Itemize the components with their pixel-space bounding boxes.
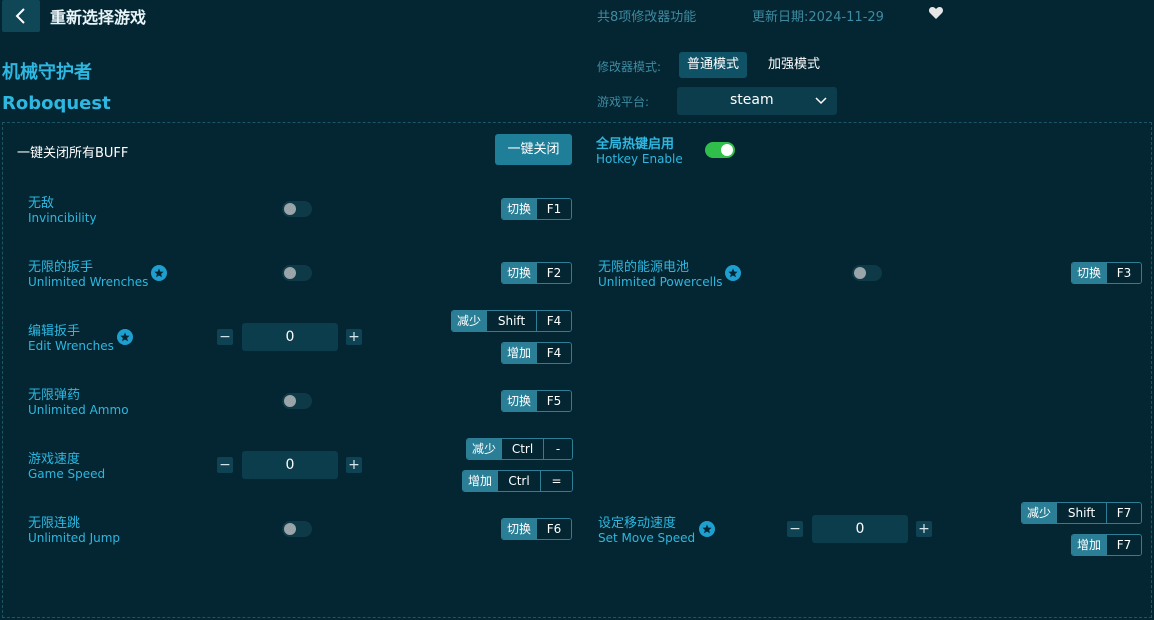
feature-label-cn: 设定移动速度 xyxy=(598,516,677,531)
toggle-knob xyxy=(721,144,733,156)
key-tag: 增加 xyxy=(1072,535,1107,555)
feature-label-cn: 游戏速度 xyxy=(28,452,81,467)
chevron-left-icon xyxy=(15,8,25,24)
back-button[interactable] xyxy=(2,0,40,32)
game-title-cn: 机械守护者 xyxy=(2,62,92,83)
key: Ctrl xyxy=(501,439,544,459)
decrement-button[interactable]: − xyxy=(217,329,233,345)
key-tag: 增加 xyxy=(502,343,537,363)
feature-label-en: Game Speed xyxy=(28,467,106,481)
game-title-en: Roboquest xyxy=(2,93,111,114)
unlimited-ammo-toggle[interactable] xyxy=(282,393,312,409)
hotkey-binding-increase[interactable]: 增加 Ctrl = xyxy=(462,470,573,492)
hotkey-binding-increase[interactable]: 增加 F4 xyxy=(501,342,572,364)
feature-label-en: Invincibility xyxy=(28,211,97,225)
mode-enhanced-button[interactable]: 加强模式 xyxy=(760,52,828,78)
hotkey-binding-decrease[interactable]: 减少 Ctrl - xyxy=(466,438,573,460)
hotkey-binding[interactable]: 切换 F5 xyxy=(501,390,572,412)
edit-wrenches-input[interactable]: 0 xyxy=(242,323,338,351)
hotkey-label-en: Hotkey Enable xyxy=(596,152,683,166)
platform-value: steam xyxy=(730,92,774,108)
hotkey-binding-decrease[interactable]: 减少 Shift F7 xyxy=(1021,502,1142,524)
feature-label-cn: 无限的扳手 xyxy=(28,260,94,275)
feature-label-en: Edit Wrenches xyxy=(28,339,114,353)
update-date: 更新日期:2024-11-29 xyxy=(752,10,884,25)
feature-label-cn: 无限连跳 xyxy=(28,516,81,531)
feature-label-en: Set Move Speed xyxy=(598,531,696,545)
star-icon xyxy=(725,265,741,281)
feature-label-en: Unlimited Ammo xyxy=(28,403,129,417)
hotkey-label-cn: 全局热键启用 xyxy=(596,137,675,152)
toggle-knob xyxy=(284,267,296,279)
key: F4 xyxy=(536,343,571,363)
feature-label-cn: 编辑扳手 xyxy=(28,324,81,339)
unlimited-wrenches-toggle[interactable] xyxy=(282,265,312,281)
key: F1 xyxy=(536,199,571,219)
page-title: 重新选择游戏 xyxy=(50,8,147,27)
key-tag: 切换 xyxy=(1072,263,1107,283)
key: Shift xyxy=(1056,503,1107,523)
key-tag: 切换 xyxy=(502,263,537,283)
game-speed-input[interactable]: 0 xyxy=(242,451,338,479)
mode-normal-button[interactable]: 普通模式 xyxy=(679,52,748,78)
key-tag: 切换 xyxy=(502,199,537,219)
platform-label: 游戏平台: xyxy=(597,95,650,109)
hotkey-binding-increase[interactable]: 增加 F7 xyxy=(1071,534,1142,556)
key: F4 xyxy=(536,311,571,331)
key: Ctrl xyxy=(497,471,541,491)
hotkey-binding[interactable]: 切换 F2 xyxy=(501,262,572,284)
key-tag: 切换 xyxy=(502,391,537,411)
hotkey-toggle[interactable] xyxy=(705,142,735,158)
star-icon xyxy=(117,329,133,345)
move-speed-input[interactable]: 0 xyxy=(812,515,908,543)
cheat-panel xyxy=(2,122,1152,618)
key-tag: 减少 xyxy=(1022,503,1057,523)
key: F6 xyxy=(536,519,571,539)
increment-button[interactable]: + xyxy=(916,521,932,537)
unlimited-powercells-toggle[interactable] xyxy=(852,265,882,281)
key: Shift xyxy=(486,311,537,331)
mode-label: 修改器模式: xyxy=(597,60,662,74)
hotkey-binding[interactable]: 切换 F3 xyxy=(1071,262,1142,284)
key: - xyxy=(543,439,572,459)
key-tag: 减少 xyxy=(452,311,487,331)
key-tag: 增加 xyxy=(463,471,498,491)
feature-label-cn: 无限的能源电池 xyxy=(598,260,690,275)
key: F2 xyxy=(536,263,571,283)
toggle-knob xyxy=(284,203,296,215)
star-icon xyxy=(151,265,167,281)
feature-label-cn: 无敌 xyxy=(28,196,55,211)
hotkey-binding[interactable]: 切换 F1 xyxy=(501,198,572,220)
toggle-knob xyxy=(284,523,296,535)
hotkey-binding[interactable]: 切换 F6 xyxy=(501,518,572,540)
decrement-button[interactable]: − xyxy=(217,457,233,473)
feature-label-cn: 无限弹药 xyxy=(28,388,81,403)
chevron-down-icon xyxy=(815,97,827,105)
key: F5 xyxy=(536,391,571,411)
key-tag: 减少 xyxy=(467,439,502,459)
feature-label-en: Unlimited Wrenches xyxy=(28,275,149,289)
feature-count: 共8项修改器功能 xyxy=(597,10,697,25)
toggle-knob xyxy=(284,395,296,407)
toggle-knob xyxy=(854,267,866,279)
buff-label: 一键关闭所有BUFF xyxy=(17,146,129,161)
feature-label-en: Unlimited Jump xyxy=(28,531,121,545)
key: F3 xyxy=(1106,263,1141,283)
invincibility-toggle[interactable] xyxy=(282,201,312,217)
star-icon xyxy=(699,521,715,537)
increment-button[interactable]: + xyxy=(346,329,362,345)
hotkey-binding-decrease[interactable]: 减少 Shift F4 xyxy=(451,310,572,332)
close-all-button[interactable]: 一键关闭 xyxy=(495,134,572,165)
increment-button[interactable]: + xyxy=(346,457,362,473)
feature-label-en: Unlimited Powercells xyxy=(598,275,723,289)
unlimited-jump-toggle[interactable] xyxy=(282,521,312,537)
key: = xyxy=(540,471,572,491)
decrement-button[interactable]: − xyxy=(787,521,803,537)
key: F7 xyxy=(1106,535,1141,555)
heart-icon[interactable] xyxy=(928,5,944,21)
platform-select[interactable]: steam xyxy=(677,87,837,115)
key: F7 xyxy=(1106,503,1141,523)
key-tag: 切换 xyxy=(502,519,537,539)
